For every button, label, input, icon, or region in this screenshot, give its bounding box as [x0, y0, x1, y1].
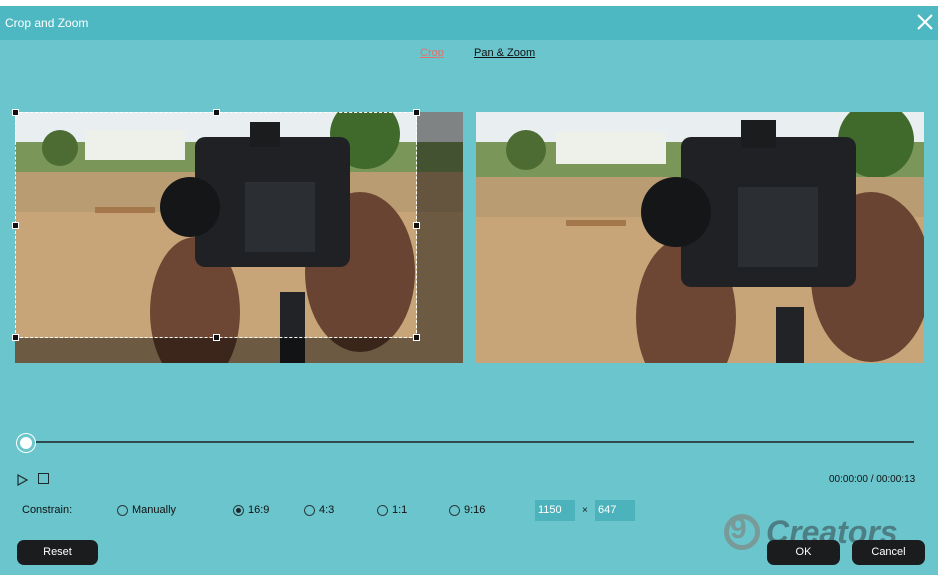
play-button[interactable]: [16, 473, 29, 487]
window-title: Crop and Zoom: [5, 16, 89, 30]
timecode: 00:00:00 / 00:00:13: [829, 474, 916, 485]
constrain-option-9-16[interactable]: 9:16: [449, 504, 485, 516]
crop-handle-top[interactable]: [213, 109, 220, 116]
constrain-option-1-1[interactable]: 1:1: [377, 504, 407, 516]
tab-pan-zoom[interactable]: Pan & Zoom: [474, 47, 535, 59]
timeline-playhead[interactable]: [17, 434, 35, 452]
crop-handle-bottom[interactable]: [213, 334, 220, 341]
option-label: 4:3: [319, 504, 335, 516]
watermark-numeral: 9: [730, 512, 747, 545]
cancel-button[interactable]: Cancel: [852, 540, 925, 565]
crop-handle-left[interactable]: [12, 222, 19, 229]
crop-handle-top-left[interactable]: [12, 109, 19, 116]
cropped-preview-image: [476, 112, 924, 363]
reset-button[interactable]: Reset: [17, 540, 98, 565]
close-icon: [917, 14, 933, 30]
crop-selection-box[interactable]: [12, 109, 420, 341]
crop-shade-bottom: [15, 338, 417, 363]
crop-handle-right[interactable]: [413, 222, 420, 229]
option-label: 16:9: [248, 504, 270, 516]
option-label: 1:1: [392, 504, 408, 516]
width-input[interactable]: 1150: [535, 500, 575, 521]
stop-button[interactable]: [38, 473, 49, 484]
crop-handle-bottom-left[interactable]: [12, 334, 19, 341]
crop-zoom-dialog: Crop and Zoom Crop Pan & Zoom 00:00:00 /…: [0, 6, 938, 575]
radio-icon: [377, 504, 388, 516]
radio-icon: [117, 504, 128, 516]
tab-crop[interactable]: Crop: [420, 47, 444, 59]
radio-selected-icon: [233, 504, 244, 516]
radio-icon: [449, 504, 460, 516]
constrain-label: Constrain:: [22, 504, 73, 516]
constrain-option-4-3[interactable]: 4:3: [304, 504, 334, 516]
play-icon: [17, 473, 29, 487]
option-label: 9:16: [464, 504, 486, 516]
option-label: Manually: [132, 504, 177, 516]
title-bar: Crop and Zoom: [0, 6, 938, 40]
crop-handle-top-right[interactable]: [413, 109, 420, 116]
crop-handle-bottom-right[interactable]: [413, 334, 420, 341]
constrain-option-manually[interactable]: Manually: [117, 504, 176, 516]
radio-icon: [304, 504, 315, 516]
times-symbol: ×: [582, 505, 588, 516]
timeline-track[interactable]: [26, 441, 914, 443]
height-input[interactable]: 647: [595, 500, 635, 521]
ok-button[interactable]: OK: [767, 540, 840, 565]
crop-shade-right: [417, 112, 463, 363]
constrain-option-16-9[interactable]: 16:9: [233, 504, 269, 516]
close-button[interactable]: [916, 13, 934, 31]
